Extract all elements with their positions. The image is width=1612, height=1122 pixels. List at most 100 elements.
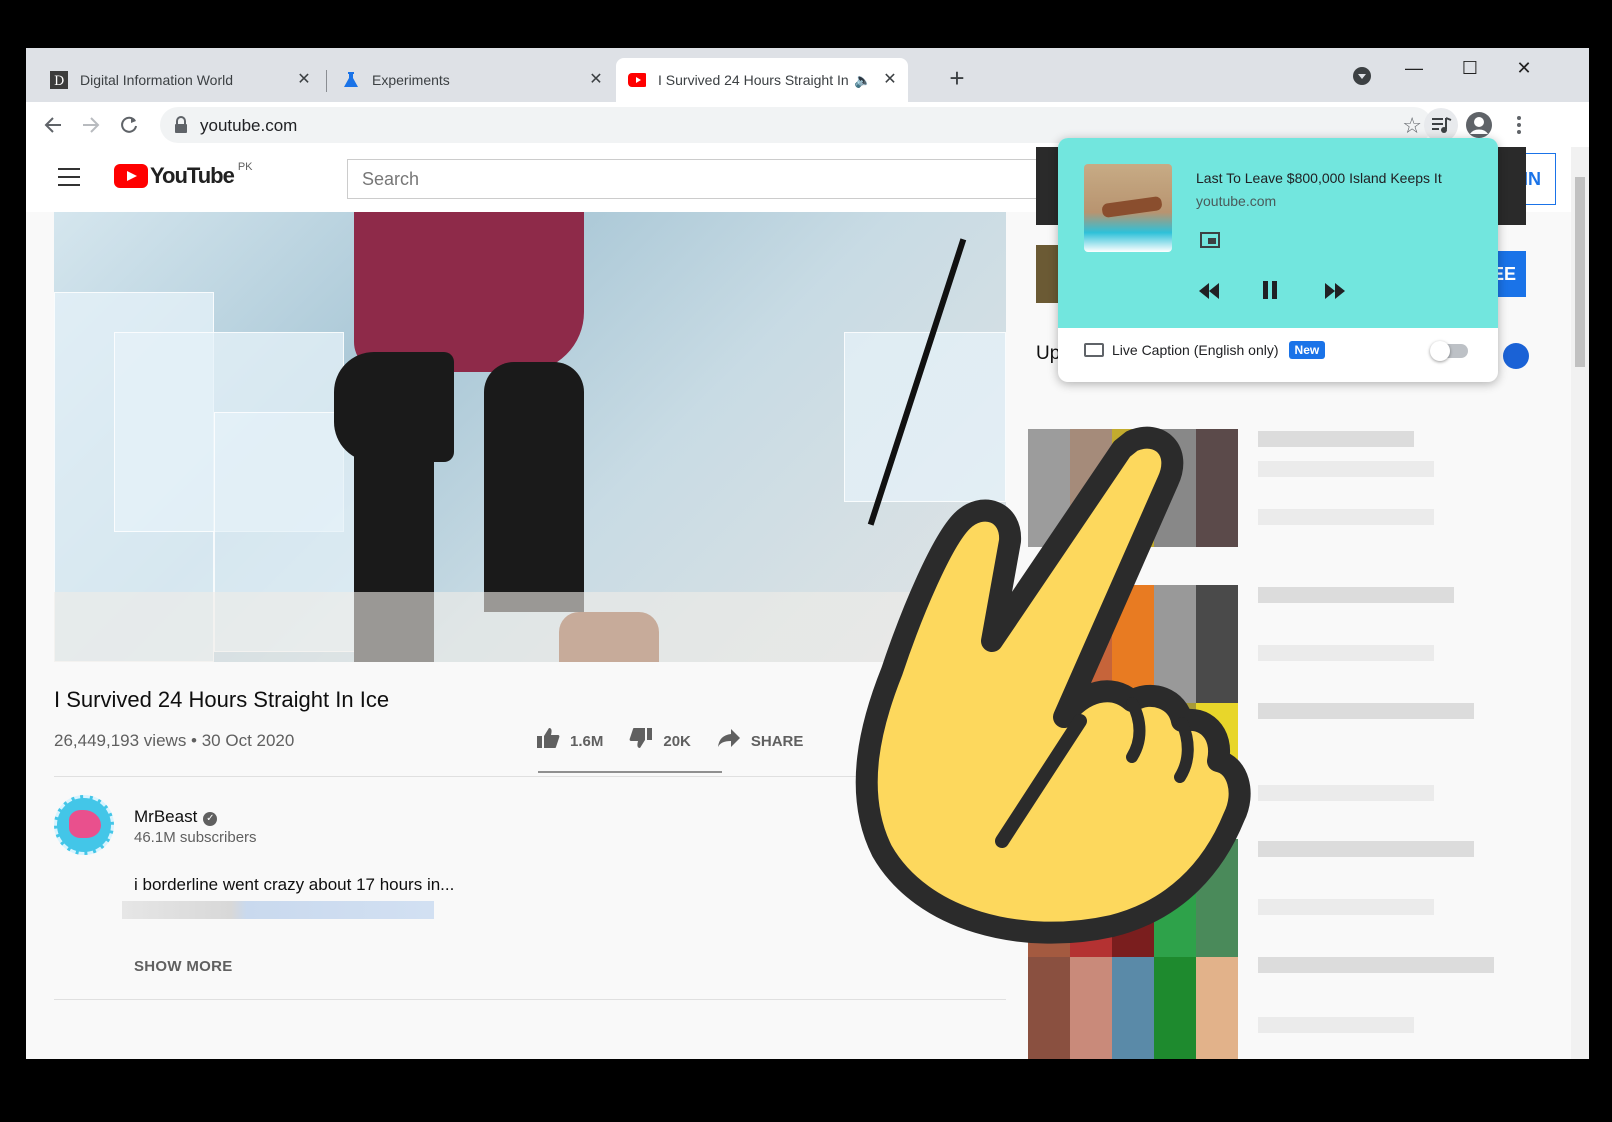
list-item-meta xyxy=(1258,957,1494,973)
tab-strip: D Digital Information World ✕ Experiment… xyxy=(26,48,1589,102)
list-item-meta xyxy=(1258,703,1474,719)
close-icon[interactable]: ✕ xyxy=(586,70,606,90)
channel-name[interactable]: MrBeast ✓ xyxy=(134,807,218,827)
divider xyxy=(54,999,1006,1000)
list-item-meta xyxy=(1258,645,1434,661)
kebab-menu-icon xyxy=(1517,116,1521,134)
media-source: youtube.com xyxy=(1196,193,1277,209)
verified-check-icon: ✓ xyxy=(203,812,218,826)
back-arrow-icon xyxy=(44,117,61,133)
youtube-logo[interactable]: YouTube PK xyxy=(114,161,253,189)
list-item-meta xyxy=(1258,431,1414,447)
autoplay-toggle[interactable] xyxy=(1503,343,1529,369)
subscriber-count: 46.1M subscribers xyxy=(134,829,257,846)
close-icon[interactable]: ✕ xyxy=(294,70,314,90)
pause-icon xyxy=(1263,281,1277,299)
dislike-count: 20K xyxy=(663,732,691,750)
up-next-label: Up xyxy=(1036,343,1061,364)
picture-in-picture-icon[interactable] xyxy=(1200,232,1220,248)
url-text[interactable]: youtube.com xyxy=(200,116,297,136)
tab-experiments[interactable]: Experiments ✕ xyxy=(334,58,614,102)
youtube-icon xyxy=(628,71,646,89)
profile-button[interactable] xyxy=(1464,110,1494,140)
tab-digital-information-world[interactable]: D Digital Information World ✕ xyxy=(42,58,322,102)
media-card: Last To Leave $800,000 Island Keeps It y… xyxy=(1058,138,1498,328)
like-button[interactable]: 1.6M xyxy=(536,727,603,755)
like-count: 1.6M xyxy=(570,732,604,750)
channel-avatar[interactable] xyxy=(54,795,114,855)
reload-button[interactable] xyxy=(114,110,144,140)
video-title: I Survived 24 Hours Straight In Ice xyxy=(54,687,390,712)
maximize-button[interactable]: ☐ xyxy=(1452,56,1488,80)
video-description: i borderline went crazy about 17 hours i… xyxy=(134,875,455,894)
speaker-icon[interactable]: 🔈 xyxy=(854,72,871,89)
dislike-button[interactable]: 20K xyxy=(629,727,691,755)
live-caption-label: Live Caption (English only) xyxy=(1112,342,1279,358)
live-caption-toggle[interactable] xyxy=(1430,341,1468,361)
bookmark-star-icon[interactable]: ☆ xyxy=(1402,113,1422,139)
thumbs-down-icon xyxy=(629,727,653,755)
media-control-button[interactable] xyxy=(1424,108,1458,142)
like-ratio-bar xyxy=(538,771,722,773)
svg-text:D: D xyxy=(54,74,64,89)
forward-button[interactable] xyxy=(76,110,106,140)
playlist-music-icon xyxy=(1432,117,1452,133)
closed-caption-icon xyxy=(1084,343,1104,357)
list-item-meta xyxy=(1258,509,1434,525)
view-count: 26,449,193 views • 30 Oct 2020 xyxy=(54,731,295,750)
person-leg xyxy=(484,362,584,612)
search-input[interactable] xyxy=(348,160,1066,198)
page-scrollbar[interactable] xyxy=(1571,147,1589,1059)
fast-forward-icon xyxy=(1325,283,1345,299)
back-button[interactable] xyxy=(38,110,68,140)
rewind-icon xyxy=(1199,283,1219,299)
previous-track-button[interactable] xyxy=(1198,280,1220,306)
show-more-button[interactable]: SHOW MORE xyxy=(134,958,233,975)
forward-arrow-icon xyxy=(83,117,100,133)
hamburger-menu-icon[interactable] xyxy=(58,168,80,186)
region-code: PK xyxy=(237,161,253,173)
minimize-button[interactable]: — xyxy=(1396,56,1432,80)
list-item-meta xyxy=(1258,587,1454,603)
menu-button[interactable] xyxy=(1504,110,1534,140)
flask-icon xyxy=(342,71,360,89)
scrollbar-thumb[interactable] xyxy=(1575,177,1585,367)
person-sweater xyxy=(354,212,584,372)
tab-title: Experiments xyxy=(372,72,450,88)
list-item-meta xyxy=(1258,785,1434,801)
list-item-meta xyxy=(1258,1017,1414,1033)
pointing-hand-icon xyxy=(855,426,1251,944)
letter-d-icon: D xyxy=(50,71,68,89)
global-media-controls-popup: Last To Leave $800,000 Island Keeps It y… xyxy=(1058,138,1498,382)
thumbs-up-icon xyxy=(536,727,560,755)
media-artwork xyxy=(1084,164,1172,252)
share-button[interactable]: SHARE xyxy=(717,728,803,754)
tab-youtube-video[interactable]: I Survived 24 Hours Straight In Ice 🔈 ✕ xyxy=(616,58,908,102)
pause-button[interactable] xyxy=(1262,280,1278,306)
close-icon[interactable]: ✕ xyxy=(880,70,900,90)
tab-separator xyxy=(326,70,327,92)
youtube-play-icon xyxy=(114,164,148,188)
blurred-description-line xyxy=(122,901,434,919)
next-track-button[interactable] xyxy=(1324,280,1346,306)
new-tab-button[interactable]: + xyxy=(944,65,970,92)
tab-title: I Survived 24 Hours Straight In Ice xyxy=(658,72,848,88)
toggle-knob xyxy=(1430,341,1450,361)
list-item-meta xyxy=(1258,461,1434,477)
new-badge: New xyxy=(1288,341,1326,359)
list-item-meta xyxy=(1258,899,1434,915)
share-arrow-icon xyxy=(717,728,741,754)
video-actions: 1.6M 20K SHARE xyxy=(536,727,829,755)
list-item-meta xyxy=(1258,841,1474,857)
search-box[interactable] xyxy=(347,159,1067,199)
list-item[interactable] xyxy=(1028,957,1238,1059)
tab-search-icon[interactable] xyxy=(1344,66,1380,90)
lock-icon[interactable] xyxy=(174,116,190,134)
account-circle-icon xyxy=(1466,112,1492,138)
close-window-button[interactable]: ✕ xyxy=(1506,56,1542,80)
media-title: Last To Leave $800,000 Island Keeps It xyxy=(1196,170,1442,186)
tab-title: Digital Information World xyxy=(80,72,234,88)
live-caption-row: Live Caption (English only) New xyxy=(1084,341,1326,359)
reload-icon xyxy=(121,116,137,133)
browser-window: D Digital Information World ✕ Experiment… xyxy=(26,48,1589,1059)
